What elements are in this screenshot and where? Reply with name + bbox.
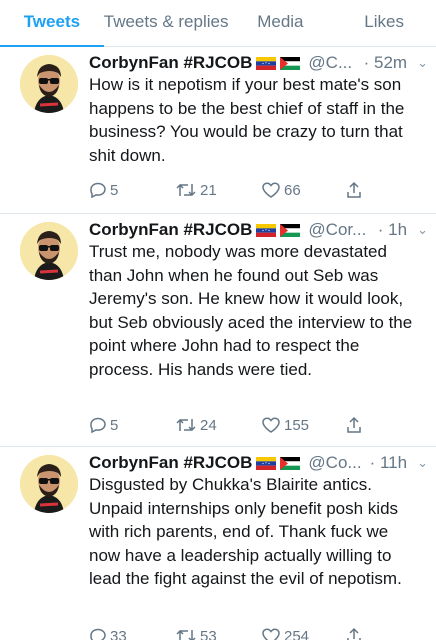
like-button[interactable]: 155: [261, 416, 309, 434]
retweet-icon: [176, 183, 196, 197]
avatar[interactable]: [20, 222, 78, 280]
palestine-flag-icon: [280, 456, 301, 470]
retweet-count: 53: [200, 627, 217, 640]
tweet[interactable]: CorbynFan #RJCOB @Cor... · 1h ⌄ Trust me…: [0, 214, 436, 447]
retweet-button[interactable]: 53: [175, 627, 217, 640]
tweet-time[interactable]: · 52m: [360, 53, 407, 73]
palestine-flag-icon: [280, 56, 301, 70]
share-icon: [347, 627, 361, 640]
author-handle[interactable]: @Cor...: [308, 220, 366, 240]
tab-tweets[interactable]: Tweets: [0, 0, 104, 47]
retweet-icon: [176, 418, 196, 432]
reply-count: 5: [110, 181, 119, 199]
chevron-down-icon[interactable]: ⌄: [417, 55, 428, 71]
retweet-icon: [176, 629, 196, 640]
like-count: 66: [284, 181, 301, 199]
tweet-time[interactable]: · 11h: [366, 453, 408, 473]
flag-icons: [256, 456, 301, 470]
tweet-text: Trust me, nobody was more devastated tha…: [89, 242, 413, 379]
author-handle[interactable]: @C...: [308, 53, 352, 73]
tweet-actions: 5 21 66: [89, 179, 436, 201]
profile-tabs: Tweets Tweets & replies Media Likes: [0, 0, 436, 47]
venezuela-flag-icon: [256, 456, 277, 470]
author-handle[interactable]: @Co...: [308, 453, 361, 473]
heart-icon: [262, 628, 280, 640]
share-button[interactable]: [345, 181, 363, 199]
flag-icons: [256, 223, 301, 237]
tab-media[interactable]: Media: [228, 0, 332, 46]
tweet-actions: 5 24 155: [89, 414, 436, 436]
palestine-flag-icon: [280, 223, 301, 237]
reply-button[interactable]: 33: [89, 627, 127, 640]
reply-button[interactable]: 5: [89, 181, 118, 199]
tweet[interactable]: CorbynFan #RJCOB @C... · 52m ⌄ How is it…: [0, 47, 436, 214]
retweet-count: 21: [200, 181, 217, 199]
like-button[interactable]: 66: [261, 181, 301, 199]
share-icon: [347, 181, 361, 198]
heart-icon: [262, 417, 280, 433]
heart-icon: [262, 182, 280, 198]
tweet-text: Disgusted by Chukka's Blairite antics. U…: [89, 475, 402, 588]
reply-icon: [90, 182, 106, 199]
flag-icons: [256, 56, 301, 70]
tweet[interactable]: CorbynFan #RJCOB @Co... · 11h ⌄ Disguste…: [0, 447, 436, 640]
venezuela-flag-icon: [256, 56, 277, 70]
like-button[interactable]: 254: [261, 627, 309, 640]
author-name[interactable]: CorbynFan #RJCOB: [89, 53, 252, 73]
venezuela-flag-icon: [256, 223, 277, 237]
share-button[interactable]: [345, 627, 363, 640]
reply-icon: [90, 417, 106, 434]
avatar[interactable]: [20, 55, 78, 113]
retweet-button[interactable]: 21: [175, 181, 217, 199]
chevron-down-icon[interactable]: ⌄: [417, 222, 428, 238]
retweet-count: 24: [200, 416, 217, 434]
share-icon: [347, 416, 361, 433]
tweet-text: How is it nepotism if your best mate's s…: [89, 75, 405, 165]
tweet-time[interactable]: · 1h: [374, 220, 407, 240]
chevron-down-icon[interactable]: ⌄: [417, 455, 428, 471]
avatar[interactable]: [20, 455, 78, 513]
reply-icon: [90, 628, 106, 640]
share-button[interactable]: [345, 416, 363, 434]
tweet-actions: 33 53 254: [89, 625, 436, 640]
reply-count: 5: [110, 416, 119, 434]
like-count: 254: [284, 627, 310, 640]
like-count: 155: [284, 416, 310, 434]
reply-count: 33: [110, 627, 127, 640]
reply-button[interactable]: 5: [89, 416, 118, 434]
tab-likes[interactable]: Likes: [332, 0, 436, 46]
retweet-button[interactable]: 24: [175, 416, 217, 434]
author-name[interactable]: CorbynFan #RJCOB: [89, 220, 252, 240]
author-name[interactable]: CorbynFan #RJCOB: [89, 453, 252, 473]
tab-tweets-and-replies[interactable]: Tweets & replies: [104, 0, 229, 46]
